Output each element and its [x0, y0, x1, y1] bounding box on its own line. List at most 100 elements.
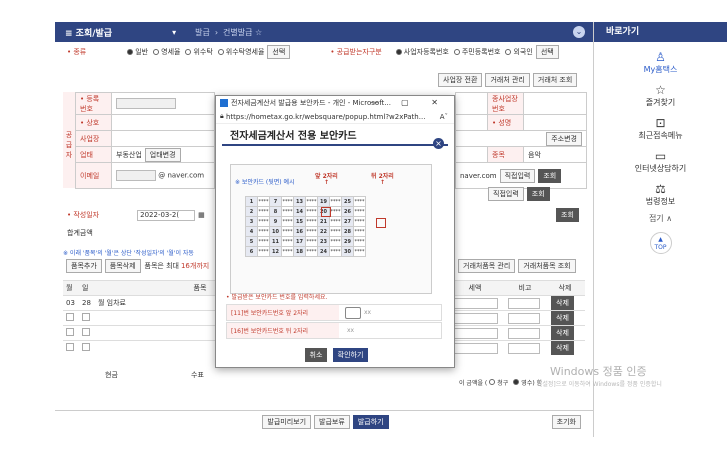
date-lookup: 조회	[553, 207, 579, 223]
day-field[interactable]	[82, 313, 90, 321]
note-input[interactable]	[508, 297, 540, 309]
row-delete-button[interactable]: 삭제	[551, 341, 574, 356]
grid-value-cell: ****	[353, 196, 366, 207]
popup-url[interactable]: https://hometax.go.kr/websquare/popup.ht…	[226, 113, 425, 121]
grid-index-cell: 19	[317, 196, 330, 207]
month-field[interactable]	[66, 313, 74, 321]
direct-input-select[interactable]: 직접입력	[499, 168, 536, 183]
check-label: 수표	[191, 371, 204, 379]
lock-icon: 🔒︎	[220, 112, 224, 120]
note-input[interactable]	[508, 342, 540, 354]
row-delete-button[interactable]: 삭제	[551, 311, 574, 325]
close-icon[interactable]: ×	[433, 138, 444, 149]
confirm-button[interactable]: 확인하기	[332, 348, 369, 362]
grid-value-cell: ****	[329, 226, 342, 237]
hold-button[interactable]: 발급보류	[314, 414, 350, 429]
day-field[interactable]	[82, 343, 90, 352]
client-search-button[interactable]: 거래처 조회	[532, 73, 578, 87]
grid-index-cell: 24	[317, 246, 330, 257]
grid-value-cell: ****	[281, 246, 294, 257]
grid-index-cell: 4	[245, 226, 258, 237]
menu-button[interactable]: ≡ 조회/발급 ▾	[55, 26, 176, 39]
tax-input[interactable]	[448, 327, 498, 339]
bill-text: 이 금액을 (	[459, 379, 488, 387]
sidebar-item-consult[interactable]: ▭ 인터넷상담하기	[594, 149, 727, 174]
cancel-button[interactable]: 취소	[304, 348, 328, 362]
radio-biz-no[interactable]	[395, 49, 402, 55]
note-input[interactable]	[508, 327, 540, 339]
sidebar-item-myhometax[interactable]: ♙ My홈택스	[594, 50, 727, 75]
uptae-change-button[interactable]: 업태변경	[144, 147, 181, 162]
month-field[interactable]	[66, 328, 74, 336]
sidebar-item-favorites[interactable]: ☆ 즐겨찾기	[594, 83, 727, 108]
date-input[interactable]: 2022-03-2(	[137, 209, 196, 221]
radio-receipt[interactable]	[513, 379, 520, 385]
grid-index-cell: 27	[341, 216, 354, 227]
row-delete-button[interactable]: 삭제	[551, 326, 574, 340]
row-month[interactable]: 03	[63, 295, 79, 311]
radio-label: 청구	[497, 379, 509, 387]
day-field[interactable]	[82, 328, 90, 336]
email-id-field[interactable]	[116, 170, 156, 181]
top-button[interactable]: ▲ TOP	[649, 232, 672, 254]
reset-button[interactable]: 초기화	[551, 414, 581, 429]
crumb-single-issue[interactable]: 건별발급 ☆	[223, 27, 262, 38]
calendar-icon[interactable]: ▦	[198, 211, 205, 219]
radio-claim[interactable]	[489, 379, 496, 385]
menu-title: ≡ 조회/발급	[65, 28, 113, 39]
radio-consign[interactable]	[185, 49, 192, 55]
blank-cell	[455, 146, 488, 163]
card-input-2[interactable]: xx	[347, 327, 354, 334]
month-field[interactable]	[66, 343, 74, 352]
address-change-button[interactable]: 주소변경	[546, 131, 582, 146]
grid-value-cell: ****	[353, 246, 366, 257]
direct-input-select-2[interactable]: 직접입력	[488, 187, 524, 201]
fold-button[interactable]: 접기 ∧	[594, 213, 727, 224]
card-input-label-2: [16]번 보안카드번호 뒤 2자리	[227, 323, 339, 338]
reader-icon[interactable]: Aˇ	[440, 113, 448, 121]
add-item-button[interactable]: 품목추가	[66, 259, 102, 273]
email-lookup-button-2[interactable]: 조회	[526, 187, 550, 201]
radio-general[interactable]	[127, 49, 134, 55]
window-controls[interactable]: — ▢ ✕	[371, 98, 448, 107]
radio-zero-rate[interactable]	[153, 49, 160, 55]
buyer-select-button[interactable]: 선택	[535, 45, 559, 59]
grid-index-cell: 3	[245, 216, 258, 227]
item-manage-button[interactable]: 거래처품목 관리	[458, 259, 516, 273]
delete-item-button[interactable]: 품목삭제	[104, 259, 141, 273]
grid-value-cell: ****	[353, 236, 366, 247]
grid-index-cell: 26	[341, 206, 354, 217]
radio-resident-no[interactable]	[453, 49, 460, 55]
crumb-issue[interactable]: 발급	[195, 27, 210, 38]
grid-index-cell: 11	[269, 236, 282, 247]
biz-switch-button[interactable]: 사업장 전환	[438, 73, 483, 87]
row-delete-button[interactable]: 삭제	[551, 296, 574, 310]
date-lookup-button[interactable]: 조회	[556, 208, 579, 222]
grid-value-cell: ****	[257, 206, 270, 217]
grid-value-cell: ****	[329, 236, 342, 247]
tax-input[interactable]	[448, 312, 498, 324]
tax-input[interactable]	[448, 297, 498, 309]
buyer-email2-row: 직접입력 조회	[485, 186, 550, 202]
client-manage-button[interactable]: 거래처 관리	[485, 73, 530, 87]
type-select-button[interactable]: 선택	[267, 45, 291, 59]
radio-label: 위수탁영세율	[225, 48, 265, 56]
item-search-button[interactable]: 거래처품목 조회	[518, 259, 576, 273]
issue-button[interactable]: 발급하기	[352, 414, 389, 429]
note-input[interactable]	[508, 312, 540, 324]
radio-consign-zero[interactable]	[217, 49, 224, 55]
preview-button[interactable]: 발급미리보기	[262, 414, 312, 429]
radio-foreigner[interactable]	[505, 49, 512, 55]
chevron-down-icon[interactable]: ⌄	[573, 26, 585, 38]
card-input-1[interactable]	[345, 306, 361, 319]
sidebar-item-law[interactable]: ⚖ 법령정보	[594, 182, 727, 207]
dropdown-icon[interactable]: ▾	[172, 28, 176, 37]
sangho-value	[111, 114, 215, 131]
law-icon: ⚖	[655, 182, 666, 196]
row-day[interactable]: 28	[79, 295, 95, 311]
arrow-up-icon: ↑	[324, 179, 330, 186]
tax-input[interactable]	[448, 342, 498, 354]
sidebar-item-recent[interactable]: ⊡ 최근접속메뉴	[594, 116, 727, 141]
email-lookup-button[interactable]: 조회	[538, 168, 562, 183]
uptae-cell: 부동산업 업태변경	[111, 146, 215, 163]
